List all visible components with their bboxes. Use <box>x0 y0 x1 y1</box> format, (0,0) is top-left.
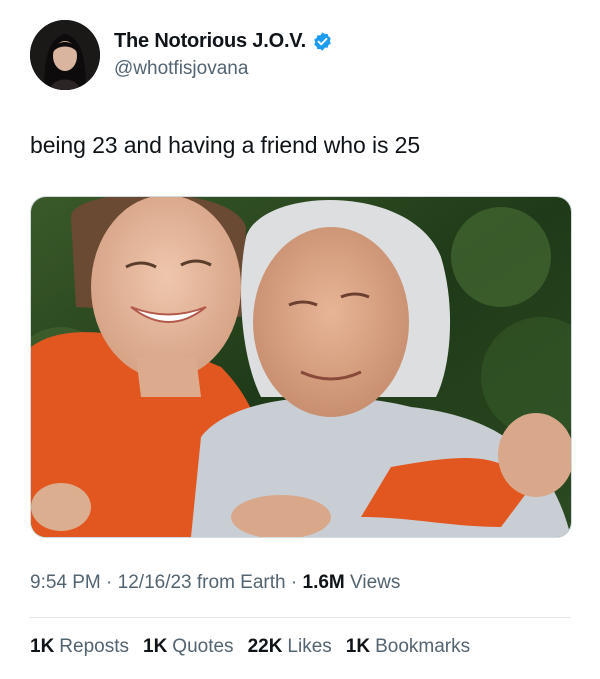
tweet-date[interactable]: 12/16/23 <box>118 572 192 593</box>
tweet-text: being 23 and having a friend who is 25 <box>30 132 421 158</box>
views-label: Views <box>344 572 401 593</box>
reposts-stat[interactable]: 1K Reposts <box>30 636 129 658</box>
photo-image <box>31 197 571 537</box>
likes-stat[interactable]: 22K Likes <box>248 636 332 658</box>
meta-separator: · <box>100 572 118 593</box>
likes-label: Likes <box>287 636 332 657</box>
tweet-meta: 9:54 PM · 12/16/23 from Earth · 1.6M Vie… <box>30 572 400 594</box>
bookmarks-stat[interactable]: 1K Bookmarks <box>346 636 470 658</box>
author-names: The Notorious J.O.V. @whotfisjovana <box>114 30 333 80</box>
reposts-count: 1K <box>30 636 55 657</box>
quotes-label: Quotes <box>172 636 234 657</box>
engagement-stats: 1K Reposts 1K Quotes 22K Likes 1K Bookmarks <box>30 636 484 658</box>
quotes-stat[interactable]: 1K Quotes <box>143 636 234 658</box>
bookmarks-label: Bookmarks <box>375 636 471 657</box>
tweet-time[interactable]: 9:54 PM <box>30 572 101 593</box>
quotes-count: 1K <box>143 636 168 657</box>
divider <box>30 617 570 618</box>
likes-count: 22K <box>247 636 283 657</box>
tweet-source: from Earth <box>191 572 286 593</box>
meta-separator: · <box>285 572 303 593</box>
tweet-header: The Notorious J.O.V. @whotfisjovana <box>30 20 333 90</box>
bookmarks-count: 1K <box>345 636 371 657</box>
views-count: 1.6M <box>302 572 345 593</box>
handle[interactable]: @whotfisjovana <box>114 58 333 80</box>
tweet-photo[interactable] <box>30 196 572 538</box>
reposts-label: Reposts <box>59 636 129 657</box>
avatar[interactable] <box>30 20 100 90</box>
verified-badge-icon <box>312 31 333 52</box>
display-name[interactable]: The Notorious J.O.V. <box>114 30 306 53</box>
